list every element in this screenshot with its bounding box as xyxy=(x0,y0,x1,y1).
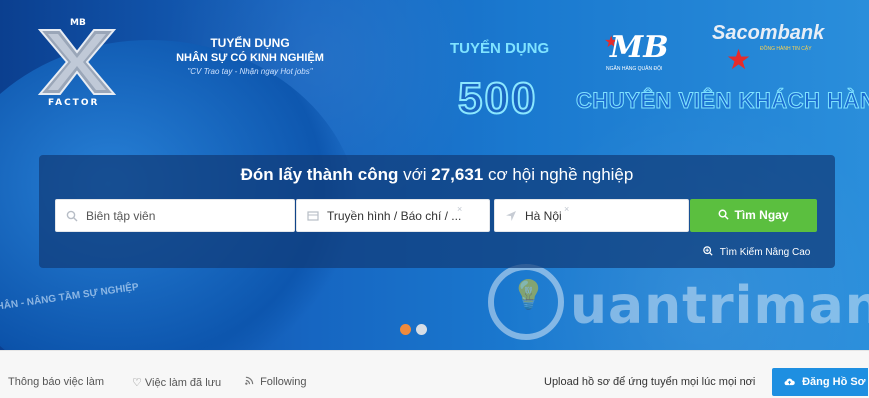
x-mark-icon xyxy=(37,29,117,95)
category-select[interactable]: Truyền hình / Báo chí / ... × xyxy=(296,199,490,232)
left-promo-subtitle: NHÂN SỰ CÓ KINH NGHIỆM xyxy=(176,52,324,64)
upload-cv-label: Đăng Hồ Sơ xyxy=(802,376,866,388)
x-factor-logo: MB FACTOR xyxy=(34,16,120,114)
job-alerts-label: Thông báo việc làm xyxy=(8,376,104,388)
carousel-dot[interactable] xyxy=(416,324,427,335)
sacombank-logo: Sacombank ★ ĐỒNG HÀNH TIN CẬY xyxy=(700,22,860,82)
zoom-in-icon xyxy=(703,246,716,258)
search-icon xyxy=(66,210,78,222)
carousel-dot[interactable] xyxy=(400,324,411,335)
heart-icon: ♡ xyxy=(132,377,142,389)
watermark-text: uantrimang xyxy=(570,276,869,336)
mb-bank-logo: ★ MB NGÂN HÀNG QUÂN ĐỘI xyxy=(604,30,684,78)
location-value[interactable]: Hà Nội xyxy=(525,209,562,223)
star-icon: ★ xyxy=(726,44,752,75)
logo-bottom-text: FACTOR xyxy=(48,98,100,108)
saved-jobs-link[interactable]: ♡ Việc làm đã lưu xyxy=(132,376,221,389)
list-icon xyxy=(307,210,319,222)
hero-banner[interactable]: MB FACTOR TUYỂN DỤNG NHÂN SỰ CÓ KINH NGH… xyxy=(0,0,869,350)
advanced-search-link[interactable]: Tìm Kiếm Nâng Cao xyxy=(703,246,810,258)
left-promo: TUYỂN DỤNG NHÂN SỰ CÓ KINH NGHIỆM "CV Tr… xyxy=(150,36,350,79)
location-select[interactable]: Hà Nội × xyxy=(494,199,689,232)
job-portal-page: MB FACTOR TUYỂN DỤNG NHÂN SỰ CÓ KINH NGH… xyxy=(0,0,869,398)
right-promo-subtitle: CHUYÊN VIÊN KHÁCH HÀNG xyxy=(576,88,869,114)
search-headline: Đón lấy thành công với 27,631 cơ hội ngh… xyxy=(39,165,835,185)
sacombank-name: Sacombank xyxy=(712,22,825,44)
job-alerts-link[interactable]: Thông báo việc làm xyxy=(8,376,104,388)
clear-location-icon[interactable]: × xyxy=(564,204,569,214)
right-promo-number: 500 xyxy=(457,73,538,124)
following-link[interactable]: Following xyxy=(245,376,307,388)
clear-category-icon[interactable]: × xyxy=(457,204,462,214)
saved-jobs-label: Việc làm đã lưu xyxy=(144,377,222,389)
keyword-input[interactable]: Biên tập viên xyxy=(55,199,295,232)
carousel-dots xyxy=(400,322,432,340)
job-count: 27,631 xyxy=(431,165,484,184)
location-arrow-icon xyxy=(505,210,517,222)
advanced-search-label: Tìm Kiếm Nâng Cao xyxy=(719,247,811,258)
rss-icon xyxy=(245,376,257,388)
search-icon xyxy=(718,199,730,232)
search-button-label: Tìm Ngay xyxy=(734,208,789,222)
sacombank-tagline: ĐỒNG HÀNH TIN CẬY xyxy=(760,46,812,52)
watermark: 💡 uantrimang xyxy=(480,264,869,348)
bottom-toolbar: Thông báo việc làm ♡ Việc làm đã lưu Foll… xyxy=(0,350,869,398)
lightbulb-icon: 💡 xyxy=(511,279,546,310)
keyword-value[interactable]: Biên tập viên xyxy=(86,209,155,223)
upload-cv-text: Upload hồ sơ để ứng tuyển mọi lúc mọi nơ… xyxy=(544,376,756,388)
left-promo-slogan: "CV Trao tay - Nhận ngay Hot jobs" xyxy=(187,67,313,76)
headline-strong: Đón lấy thành công xyxy=(240,165,399,184)
headline-mid: với xyxy=(398,165,432,184)
mb-logo-text: MB xyxy=(610,30,669,65)
right-promo-title: TUYỂN DỤNG xyxy=(450,40,550,57)
following-label: Following xyxy=(260,376,307,388)
search-button[interactable]: Tìm Ngay xyxy=(690,199,817,232)
category-value[interactable]: Truyền hình / Báo chí / ... xyxy=(327,209,467,223)
cloud-upload-icon xyxy=(784,376,798,388)
search-panel: Đón lấy thành công với 27,631 cơ hội ngh… xyxy=(39,155,835,268)
mb-logo-subtext: NGÂN HÀNG QUÂN ĐỘI xyxy=(606,66,663,72)
headline-tail: cơ hội nghề nghiệp xyxy=(483,165,634,184)
left-promo-title: TUYỂN DỤNG xyxy=(210,36,290,50)
upload-cv-button[interactable]: Đăng Hồ Sơ xyxy=(772,368,868,396)
